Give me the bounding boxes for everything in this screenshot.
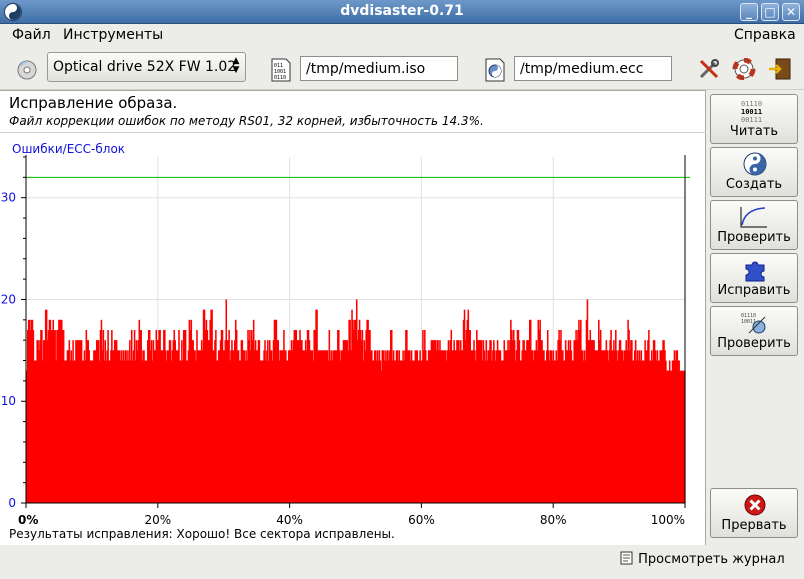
result-text: Результаты исправления: Хорошо! Все сект… bbox=[9, 527, 395, 541]
menu-bar: Файл Инструменты Справка bbox=[0, 24, 804, 46]
yin-yang-icon bbox=[743, 152, 767, 176]
log-notebook-icon bbox=[620, 551, 633, 565]
compare-button[interactable]: 01110 10011 Проверить bbox=[710, 306, 798, 356]
image-file-icon: 011 1001 0110 bbox=[271, 58, 291, 82]
title-bar: dvdisaster-0.71 _ □ ✕ bbox=[0, 0, 804, 24]
drive-select[interactable]: Optical drive 52X FW 1.02 ▲ ▼ bbox=[47, 52, 246, 82]
stop-button[interactable]: Прервать bbox=[710, 488, 798, 538]
maximize-icon: □ bbox=[764, 5, 776, 19]
action-panel: 01110 10011 00111 Читать Создать Провери… bbox=[706, 90, 804, 545]
minimize-icon: _ bbox=[746, 5, 752, 19]
ecc-errors-chart: 0 10 20 30 0% 20% 40% 60% 80% 100% bbox=[1, 155, 690, 527]
x-tick-label: 40% bbox=[276, 513, 303, 527]
menu-tools[interactable]: Инструменты bbox=[63, 27, 163, 43]
read-button-label: Читать bbox=[729, 124, 779, 139]
svg-text:10011: 10011 bbox=[741, 108, 762, 116]
y-tick-label: 20 bbox=[1, 292, 16, 306]
scan-button[interactable]: Проверить bbox=[710, 200, 798, 250]
help-lifebuoy-icon[interactable] bbox=[732, 58, 756, 80]
divider bbox=[0, 132, 706, 133]
fix-button[interactable]: Исправить bbox=[710, 253, 798, 303]
quit-door-icon[interactable] bbox=[768, 58, 792, 80]
x-tick-label: 60% bbox=[408, 513, 435, 527]
fix-button-label: Исправить bbox=[717, 283, 791, 298]
y-tick-label: 10 bbox=[1, 394, 16, 408]
ecc-file-icon bbox=[485, 58, 505, 82]
x-tick-label: 20% bbox=[144, 513, 171, 527]
svg-text:0110: 0110 bbox=[274, 75, 286, 81]
main-panel: Исправление образа. Файл коррекции ошибо… bbox=[0, 90, 706, 545]
scan-button-label: Проверить bbox=[717, 230, 791, 245]
minimize-button[interactable]: _ bbox=[740, 3, 758, 21]
y-tick-label: 30 bbox=[1, 191, 16, 205]
menu-help[interactable]: Справка bbox=[734, 27, 796, 43]
svg-text:01110: 01110 bbox=[741, 100, 762, 108]
updown-arrows-icon: ▲ ▼ bbox=[232, 56, 240, 75]
create-button[interactable]: Создать bbox=[710, 147, 798, 197]
page-subtitle: Файл коррекции ошибок по методу RS01, 32… bbox=[9, 114, 484, 128]
puzzle-piece-icon bbox=[745, 261, 765, 282]
drive-select-value: Optical drive 52X FW 1.02 bbox=[53, 59, 237, 75]
binary-read-icon: 01110 10011 00111 bbox=[741, 100, 762, 123]
window-title: dvdisaster-0.71 bbox=[340, 3, 464, 19]
x-tick-label: 80% bbox=[540, 513, 567, 527]
maximize-button[interactable]: □ bbox=[761, 3, 779, 21]
ecc-file-input[interactable]: /tmp/medium.ecc bbox=[514, 56, 672, 81]
scan-curve-icon bbox=[740, 207, 767, 228]
stop-icon bbox=[744, 494, 766, 516]
svg-text:00111: 00111 bbox=[741, 116, 762, 123]
close-icon: ✕ bbox=[785, 5, 797, 19]
view-log-button[interactable]: Просмотреть журнал bbox=[620, 551, 785, 567]
view-log-label: Просмотреть журнал bbox=[638, 552, 785, 567]
binary-compare-icon: 01110 10011 bbox=[741, 313, 766, 334]
menu-file[interactable]: Файл bbox=[12, 27, 51, 43]
x-tick-label: 100% bbox=[651, 513, 685, 527]
toolbar: Optical drive 52X FW 1.02 ▲ ▼ 011 1001 01… bbox=[0, 46, 804, 90]
status-bar: Просмотреть журнал bbox=[0, 545, 804, 579]
y-tick-label: 0 bbox=[8, 496, 16, 510]
stop-button-label: Прервать bbox=[721, 518, 787, 533]
page-title: Исправление образа. bbox=[9, 94, 178, 112]
preferences-tools-icon[interactable] bbox=[698, 58, 720, 80]
x-tick-label: 0% bbox=[18, 513, 38, 527]
compare-button-label: Проверить bbox=[717, 336, 791, 351]
create-button-label: Создать bbox=[725, 177, 783, 192]
close-button[interactable]: ✕ bbox=[782, 3, 800, 21]
image-file-input[interactable]: /tmp/medium.iso bbox=[300, 56, 458, 81]
read-button[interactable]: 01110 10011 00111 Читать bbox=[710, 94, 798, 144]
optical-disc-icon bbox=[17, 60, 37, 80]
